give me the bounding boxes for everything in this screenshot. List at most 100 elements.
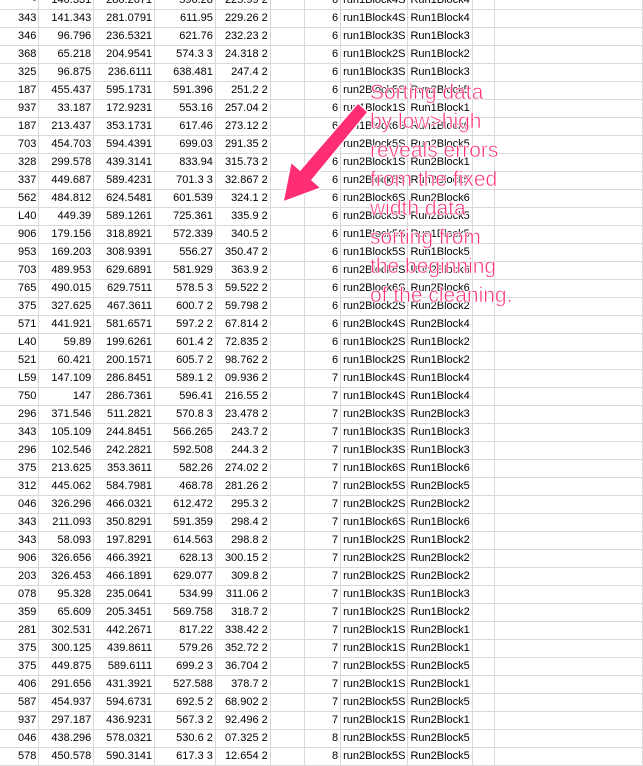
table-cell[interactable]: run2Block1S bbox=[340, 711, 409, 730]
table-cell[interactable] bbox=[472, 387, 495, 406]
empty-cell[interactable] bbox=[494, 495, 643, 514]
table-row[interactable]: 046 438.296 578.0321 530.6 2 07.325 2 8 run2Bl… bbox=[0, 729, 643, 748]
table-cell[interactable]: 7 bbox=[304, 459, 342, 478]
table-cell[interactable]: 692.5 2 bbox=[154, 693, 216, 712]
table-cell[interactable] bbox=[270, 99, 306, 118]
table-row[interactable]: 578 450.578 590.3141 617.3 3 12.654 2 8 run2Bl… bbox=[0, 747, 643, 766]
empty-cell[interactable] bbox=[494, 621, 643, 640]
table-cell[interactable]: run1Block6S bbox=[340, 459, 409, 478]
table-cell[interactable] bbox=[472, 9, 495, 28]
table-cell[interactable]: Run1Block4 bbox=[407, 0, 473, 10]
table-cell[interactable] bbox=[270, 135, 306, 154]
empty-cell[interactable] bbox=[494, 405, 643, 424]
table-cell[interactable]: 24.318 2 bbox=[215, 45, 271, 64]
table-cell[interactable]: 291.656 bbox=[38, 675, 95, 694]
table-row[interactable]: 375 213.625 353.3611 582.26 274.02 2 7 run1Blo… bbox=[0, 459, 643, 478]
table-cell[interactable]: 6 bbox=[304, 207, 342, 226]
table-cell[interactable]: 6 bbox=[304, 63, 342, 82]
table-cell[interactable]: 468.78 bbox=[154, 477, 216, 496]
table-row[interactable]: 750 147 286.7361 596.41 216.55 2 7 run1Block4S… bbox=[0, 387, 643, 406]
table-cell[interactable]: 589.1 2 bbox=[154, 369, 216, 388]
table-cell[interactable]: 589.6111 bbox=[93, 657, 156, 676]
table-cell[interactable]: 937 bbox=[0, 711, 40, 730]
table-cell[interactable]: 242.2821 bbox=[93, 441, 156, 460]
table-cell[interactable]: 286.7361 bbox=[93, 387, 156, 406]
table-cell[interactable]: Run2Block5 bbox=[407, 729, 473, 748]
table-cell[interactable]: 199.6261 bbox=[93, 333, 156, 352]
table-cell[interactable]: 378.7 2 bbox=[215, 675, 271, 694]
table-cell[interactable]: 574.3 3 bbox=[154, 45, 216, 64]
table-cell[interactable] bbox=[472, 315, 495, 334]
table-row[interactable]: 346 96.796 236.5321 621.76 232.23 2 6 run1Bloc… bbox=[0, 27, 643, 46]
table-cell[interactable]: 7 bbox=[304, 711, 342, 730]
table-row[interactable]: 343 105.109 244.8451 566.265 243.7 2 7 run1Blo… bbox=[0, 423, 643, 442]
table-cell[interactable]: - bbox=[0, 0, 40, 10]
table-cell[interactable]: 359 bbox=[0, 603, 40, 622]
table-cell[interactable]: 291.35 2 bbox=[215, 135, 271, 154]
table-cell[interactable]: 315.73 2 bbox=[215, 153, 271, 172]
table-cell[interactable]: 601.539 bbox=[154, 189, 216, 208]
table-cell[interactable]: L40 bbox=[0, 207, 40, 226]
table-cell[interactable]: 7 bbox=[304, 675, 342, 694]
table-cell[interactable] bbox=[270, 369, 306, 388]
table-cell[interactable]: Run1Block2 bbox=[407, 45, 473, 64]
table-cell[interactable]: 296 bbox=[0, 441, 40, 460]
table-row[interactable]: 587 454.937 594.6731 692.5 2 68.902 2 7 run2Bl… bbox=[0, 693, 643, 712]
table-cell[interactable]: 906 bbox=[0, 225, 40, 244]
table-cell[interactable]: 614.563 bbox=[154, 531, 216, 550]
table-cell[interactable]: 179.156 bbox=[38, 225, 95, 244]
table-cell[interactable] bbox=[472, 27, 495, 46]
table-row[interactable]: L59 147.109 286.8451 589.1 2 09.936 2 7 run1Bl… bbox=[0, 369, 643, 388]
table-cell[interactable] bbox=[472, 423, 495, 442]
table-cell[interactable]: 571 bbox=[0, 315, 40, 334]
table-cell[interactable]: 445.062 bbox=[38, 477, 95, 496]
table-cell[interactable]: 078 bbox=[0, 585, 40, 604]
table-cell[interactable] bbox=[270, 279, 306, 298]
table-cell[interactable]: 318.7 2 bbox=[215, 603, 271, 622]
table-cell[interactable]: 699.03 bbox=[154, 135, 216, 154]
table-cell[interactable]: 338.42 2 bbox=[215, 621, 271, 640]
table-cell[interactable]: 7 bbox=[304, 441, 342, 460]
table-row[interactable]: 359 65.609 205.3451 569.758 318.7 2 7 run1Bloc… bbox=[0, 603, 643, 622]
table-cell[interactable]: run1Block4S bbox=[340, 9, 409, 28]
table-cell[interactable]: L59 bbox=[0, 369, 40, 388]
table-cell[interactable] bbox=[472, 657, 495, 676]
table-cell[interactable]: 521 bbox=[0, 351, 40, 370]
table-cell[interactable]: 236.6111 bbox=[93, 63, 156, 82]
table-cell[interactable]: 23.478 2 bbox=[215, 405, 271, 424]
table-cell[interactable]: 353.1731 bbox=[93, 117, 156, 136]
table-cell[interactable]: 225.99 2 bbox=[215, 0, 271, 10]
table-cell[interactable] bbox=[270, 225, 306, 244]
table-row[interactable]: 937 297.187 436.9231 567.3 2 92.496 2 7 run2Bl… bbox=[0, 711, 643, 730]
table-cell[interactable]: 527.588 bbox=[154, 675, 216, 694]
table-cell[interactable]: 326.453 bbox=[38, 567, 95, 586]
table-cell[interactable]: 750 bbox=[0, 387, 40, 406]
empty-cell[interactable] bbox=[494, 0, 643, 10]
table-cell[interactable] bbox=[270, 711, 306, 730]
table-cell[interactable]: Run1Block2 bbox=[407, 351, 473, 370]
table-cell[interactable]: 7 bbox=[304, 405, 342, 424]
table-cell[interactable]: 343 bbox=[0, 513, 40, 532]
table-cell[interactable]: 7 bbox=[304, 549, 342, 568]
table-cell[interactable]: 09.936 2 bbox=[215, 369, 271, 388]
table-cell[interactable]: 046 bbox=[0, 729, 40, 748]
table-cell[interactable]: Run2Block3 bbox=[407, 405, 473, 424]
table-cell[interactable]: 7 bbox=[304, 495, 342, 514]
table-cell[interactable]: 7 bbox=[304, 585, 342, 604]
empty-cell[interactable] bbox=[494, 531, 643, 550]
table-cell[interactable]: 187 bbox=[0, 117, 40, 136]
table-row[interactable]: 312 445.062 584.7981 468.78 281.26 2 7 run2Blo… bbox=[0, 477, 643, 496]
table-row[interactable]: 521 60.421 200.1571 605.7 2 98.762 2 6 run1Blo… bbox=[0, 351, 643, 370]
table-cell[interactable]: 569.758 bbox=[154, 603, 216, 622]
table-cell[interactable]: 725.361 bbox=[154, 207, 216, 226]
table-row[interactable]: 078 95.328 235.0641 534.99 311.06 2 7 run1Bloc… bbox=[0, 585, 643, 604]
table-cell[interactable]: run1Block4S bbox=[340, 387, 409, 406]
table-cell[interactable]: Run2Block5 bbox=[407, 693, 473, 712]
table-cell[interactable]: 343 bbox=[0, 531, 40, 550]
empty-cell[interactable] bbox=[494, 333, 643, 352]
table-cell[interactable] bbox=[270, 261, 306, 280]
table-cell[interactable] bbox=[270, 603, 306, 622]
table-cell[interactable]: run2Block5S bbox=[340, 729, 409, 748]
table-cell[interactable]: run2Block5S bbox=[340, 693, 409, 712]
table-cell[interactable]: 6 bbox=[304, 279, 342, 298]
